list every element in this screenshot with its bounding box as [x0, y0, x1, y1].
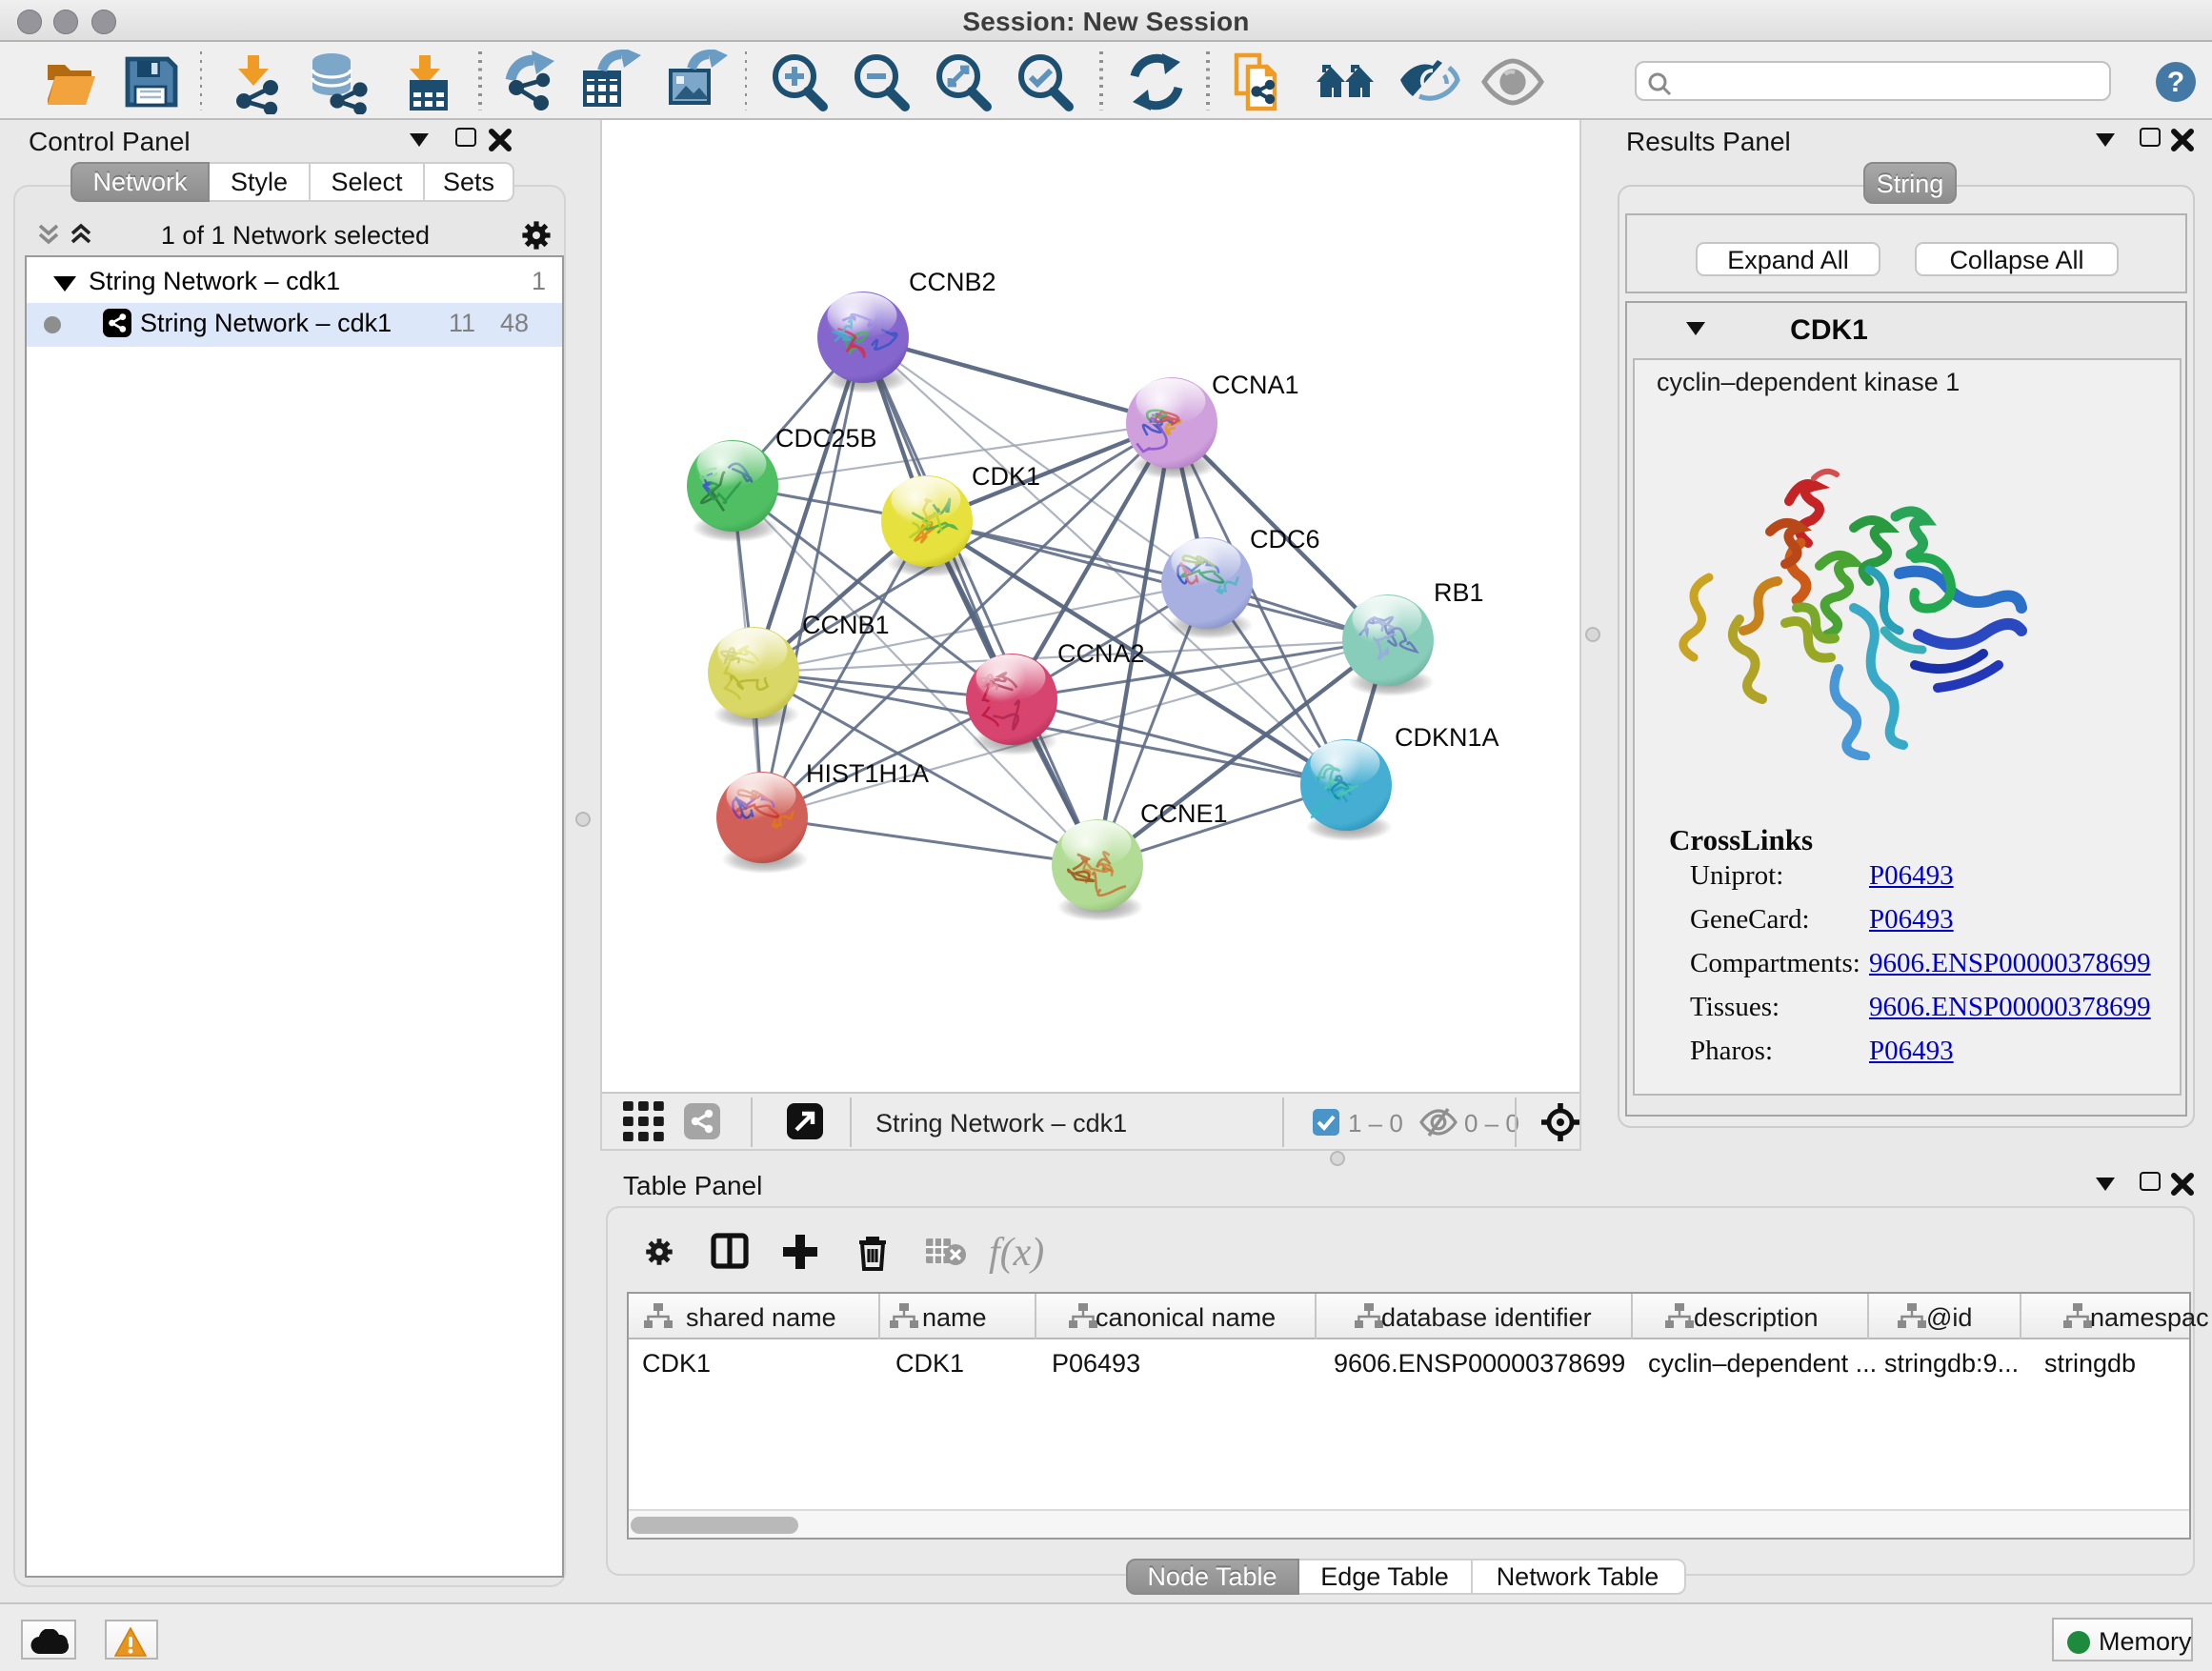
svg-text:CDK1: CDK1: [971, 461, 1039, 490]
svg-text:RB1: RB1: [1433, 577, 1483, 606]
svg-text:CCNA2: CCNA2: [1056, 638, 1144, 667]
svg-text:CDC25B: CDC25B: [774, 423, 876, 452]
svg-text:CCNB1: CCNB1: [801, 610, 889, 638]
svg-text:CCNE1: CCNE1: [1139, 798, 1227, 827]
svg-text:CCNA1: CCNA1: [1211, 370, 1298, 398]
svg-text:HIST1H1A: HIST1H1A: [805, 758, 928, 787]
svg-text:CDC6: CDC6: [1249, 524, 1319, 553]
svg-text:CCNB2: CCNB2: [908, 267, 995, 295]
svg-text:?: ?: [2167, 67, 2184, 98]
svg-text:CDKN1A: CDKN1A: [1394, 722, 1498, 751]
